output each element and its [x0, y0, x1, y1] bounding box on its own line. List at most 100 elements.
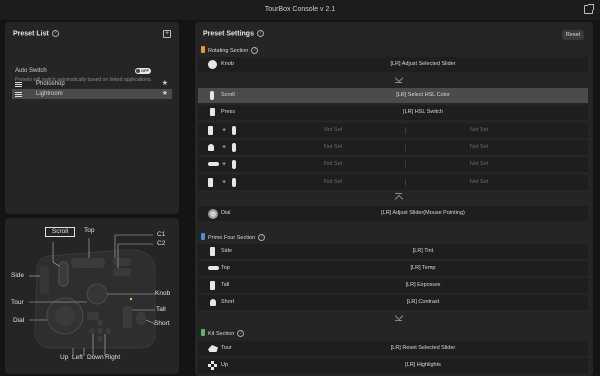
star-icon[interactable]: ★ — [162, 79, 168, 89]
button-label: Dial — [221, 210, 231, 216]
prime-four-section-title: Prime Four Section — [208, 235, 256, 241]
right-button-label[interactable]: Right — [105, 354, 120, 361]
help-icon[interactable]: ? — [51, 30, 59, 37]
setting-row-combo-short-scroll[interactable]: + Not Set Not Set — [198, 140, 588, 155]
not-set-value: Not Set — [469, 179, 489, 185]
tall-button-icon — [208, 126, 213, 135]
divider — [405, 127, 406, 134]
setting-row-combo-top-scroll[interactable]: + Not Set Not Set — [198, 157, 588, 172]
assigned-action: [LR] Tint — [412, 248, 434, 254]
assigned-action: [LR] Adjust Slider(Mouse Pointing) — [381, 210, 465, 216]
preset-settings-header: Preset Settings? — [203, 30, 264, 37]
help-icon[interactable]: ? — [258, 234, 266, 242]
tour-button-label[interactable]: Tour — [11, 299, 24, 306]
not-set-value: Not Set — [323, 161, 343, 167]
button-label: Up — [221, 362, 229, 368]
collapse-chevron-icon[interactable] — [395, 313, 403, 321]
setting-row-top[interactable]: Top [LR] Temp — [198, 261, 588, 276]
not-set-value: Not Set — [323, 127, 343, 133]
setting-row-knob[interactable]: Knob [LR] Adjust Selected Slider — [198, 57, 588, 72]
knob-label[interactable]: Knob — [155, 290, 170, 297]
setting-row-up[interactable]: Up [LR] Highlights — [198, 358, 588, 373]
top-button-label[interactable]: Top — [84, 227, 94, 234]
plus-icon: + — [222, 144, 227, 151]
press-icon — [210, 108, 215, 116]
assigned-action: [LR] Highlights — [405, 362, 441, 368]
title-bar: TourBox Console v 2.1 — [0, 0, 600, 20]
preset-name: Photoshop — [36, 81, 65, 87]
button-label: Press — [221, 109, 236, 115]
preset-list-title: Preset List — [13, 30, 49, 38]
star-icon[interactable]: ★ — [162, 89, 168, 99]
divider — [405, 179, 406, 186]
plus-icon: + — [222, 161, 227, 168]
short-button-icon — [208, 144, 214, 151]
auto-switch-toggle[interactable]: OFF — [135, 68, 151, 74]
divider — [405, 161, 406, 168]
help-icon[interactable]: ? — [237, 330, 245, 338]
kit-section-header: Kit Section? — [199, 329, 245, 339]
preset-settings-panel: Preset Settings? Reset Rotating Section?… — [195, 22, 593, 376]
setting-row-dial[interactable]: Dial [LR] Adjust Slider(Mouse Pointing) — [198, 206, 588, 221]
side-button-icon — [208, 178, 213, 187]
not-set-value: Not Set — [469, 127, 489, 133]
c1-button-label[interactable]: C1 — [157, 231, 165, 238]
setting-row-side[interactable]: Side [LR] Tint — [198, 244, 588, 259]
setting-row-scroll[interactable]: Scroll [LR] Select HSL Color — [198, 88, 588, 103]
expand-window-icon[interactable] — [584, 4, 594, 14]
top-button-icon — [208, 162, 219, 166]
prime-four-section-header: Prime Four Section? — [199, 233, 266, 243]
setting-row-combo-side-scroll[interactable]: + Not Set Not Set — [198, 175, 588, 190]
assigned-action: [LR] Contrast — [406, 299, 440, 305]
scroll-wheel-icon — [232, 143, 236, 152]
scroll-button-callout[interactable]: Scroll — [45, 227, 75, 237]
assigned-action: [LR] Adjust Selected Slider — [390, 61, 456, 67]
expand-chevron-icon[interactable] — [395, 193, 403, 201]
device-diagram-panel: Scroll Top C1 C2 Side Tour Knob Dial Tal… — [5, 218, 179, 374]
reset-button[interactable]: Reset — [562, 30, 584, 40]
dial-label[interactable]: Dial — [13, 317, 24, 324]
tourbox-device-illustration — [29, 234, 156, 356]
not-set-value: Not Set — [323, 144, 343, 150]
preset-item-lightroom[interactable]: Lightroom ★ — [12, 89, 172, 99]
prime-section-color-dot — [201, 233, 205, 240]
divider — [405, 144, 406, 151]
preset-list-icon — [15, 82, 22, 87]
side-button-label[interactable]: Side — [11, 272, 24, 279]
button-label: Scroll — [221, 92, 235, 98]
setting-row-combo-tall-scroll[interactable]: + Not Set Not Set — [198, 123, 588, 138]
side-button-icon — [210, 247, 215, 256]
setting-row-short[interactable]: Short [LR] Contrast — [198, 295, 588, 310]
short-button-label[interactable]: Short — [154, 320, 170, 327]
tour-button-icon — [208, 345, 218, 352]
assigned-action: [LR] Reset Selected Slider — [390, 345, 456, 351]
help-icon[interactable]: ? — [251, 47, 259, 55]
setting-row-tour[interactable]: Tour [LR] Reset Selected Slider — [198, 341, 588, 356]
button-label: Tall — [221, 282, 230, 288]
tall-button-label[interactable]: Tall — [156, 306, 166, 313]
help-icon[interactable]: ? — [256, 30, 264, 37]
not-set-value: Not Set — [323, 179, 343, 185]
left-button-label[interactable]: Left — [72, 354, 83, 361]
assigned-action: [LR] Temp — [410, 265, 436, 271]
scroll-wheel-icon — [232, 126, 236, 135]
preset-list-panel: Preset List? + Auto Switch OFF Presets w… — [5, 22, 179, 214]
toggle-knob — [136, 69, 140, 73]
preset-item-photoshop[interactable]: Photoshop ★ — [12, 79, 172, 89]
not-set-value: Not Set — [469, 144, 489, 150]
button-label: Short — [221, 299, 235, 305]
tall-button-icon — [210, 281, 215, 290]
up-button-label[interactable]: Up — [60, 354, 68, 361]
button-label: Knob — [221, 61, 234, 67]
down-button-label[interactable]: Down — [87, 354, 104, 361]
setting-row-tall[interactable]: Tall [LR] Exposure — [198, 278, 588, 293]
auto-switch-label: Auto Switch — [15, 68, 47, 74]
assigned-action: [LR] Select HSL Color — [396, 92, 450, 98]
assigned-action: [LR] Exposure — [405, 282, 441, 288]
dial-icon — [208, 209, 218, 219]
setting-row-press[interactable]: Press [LR] HSL Switch — [198, 105, 588, 120]
c2-button-label[interactable]: C2 — [157, 240, 165, 247]
collapse-chevron-icon[interactable] — [395, 75, 403, 83]
scroll-wheel-icon — [232, 160, 236, 169]
add-preset-icon[interactable]: + — [163, 30, 171, 38]
